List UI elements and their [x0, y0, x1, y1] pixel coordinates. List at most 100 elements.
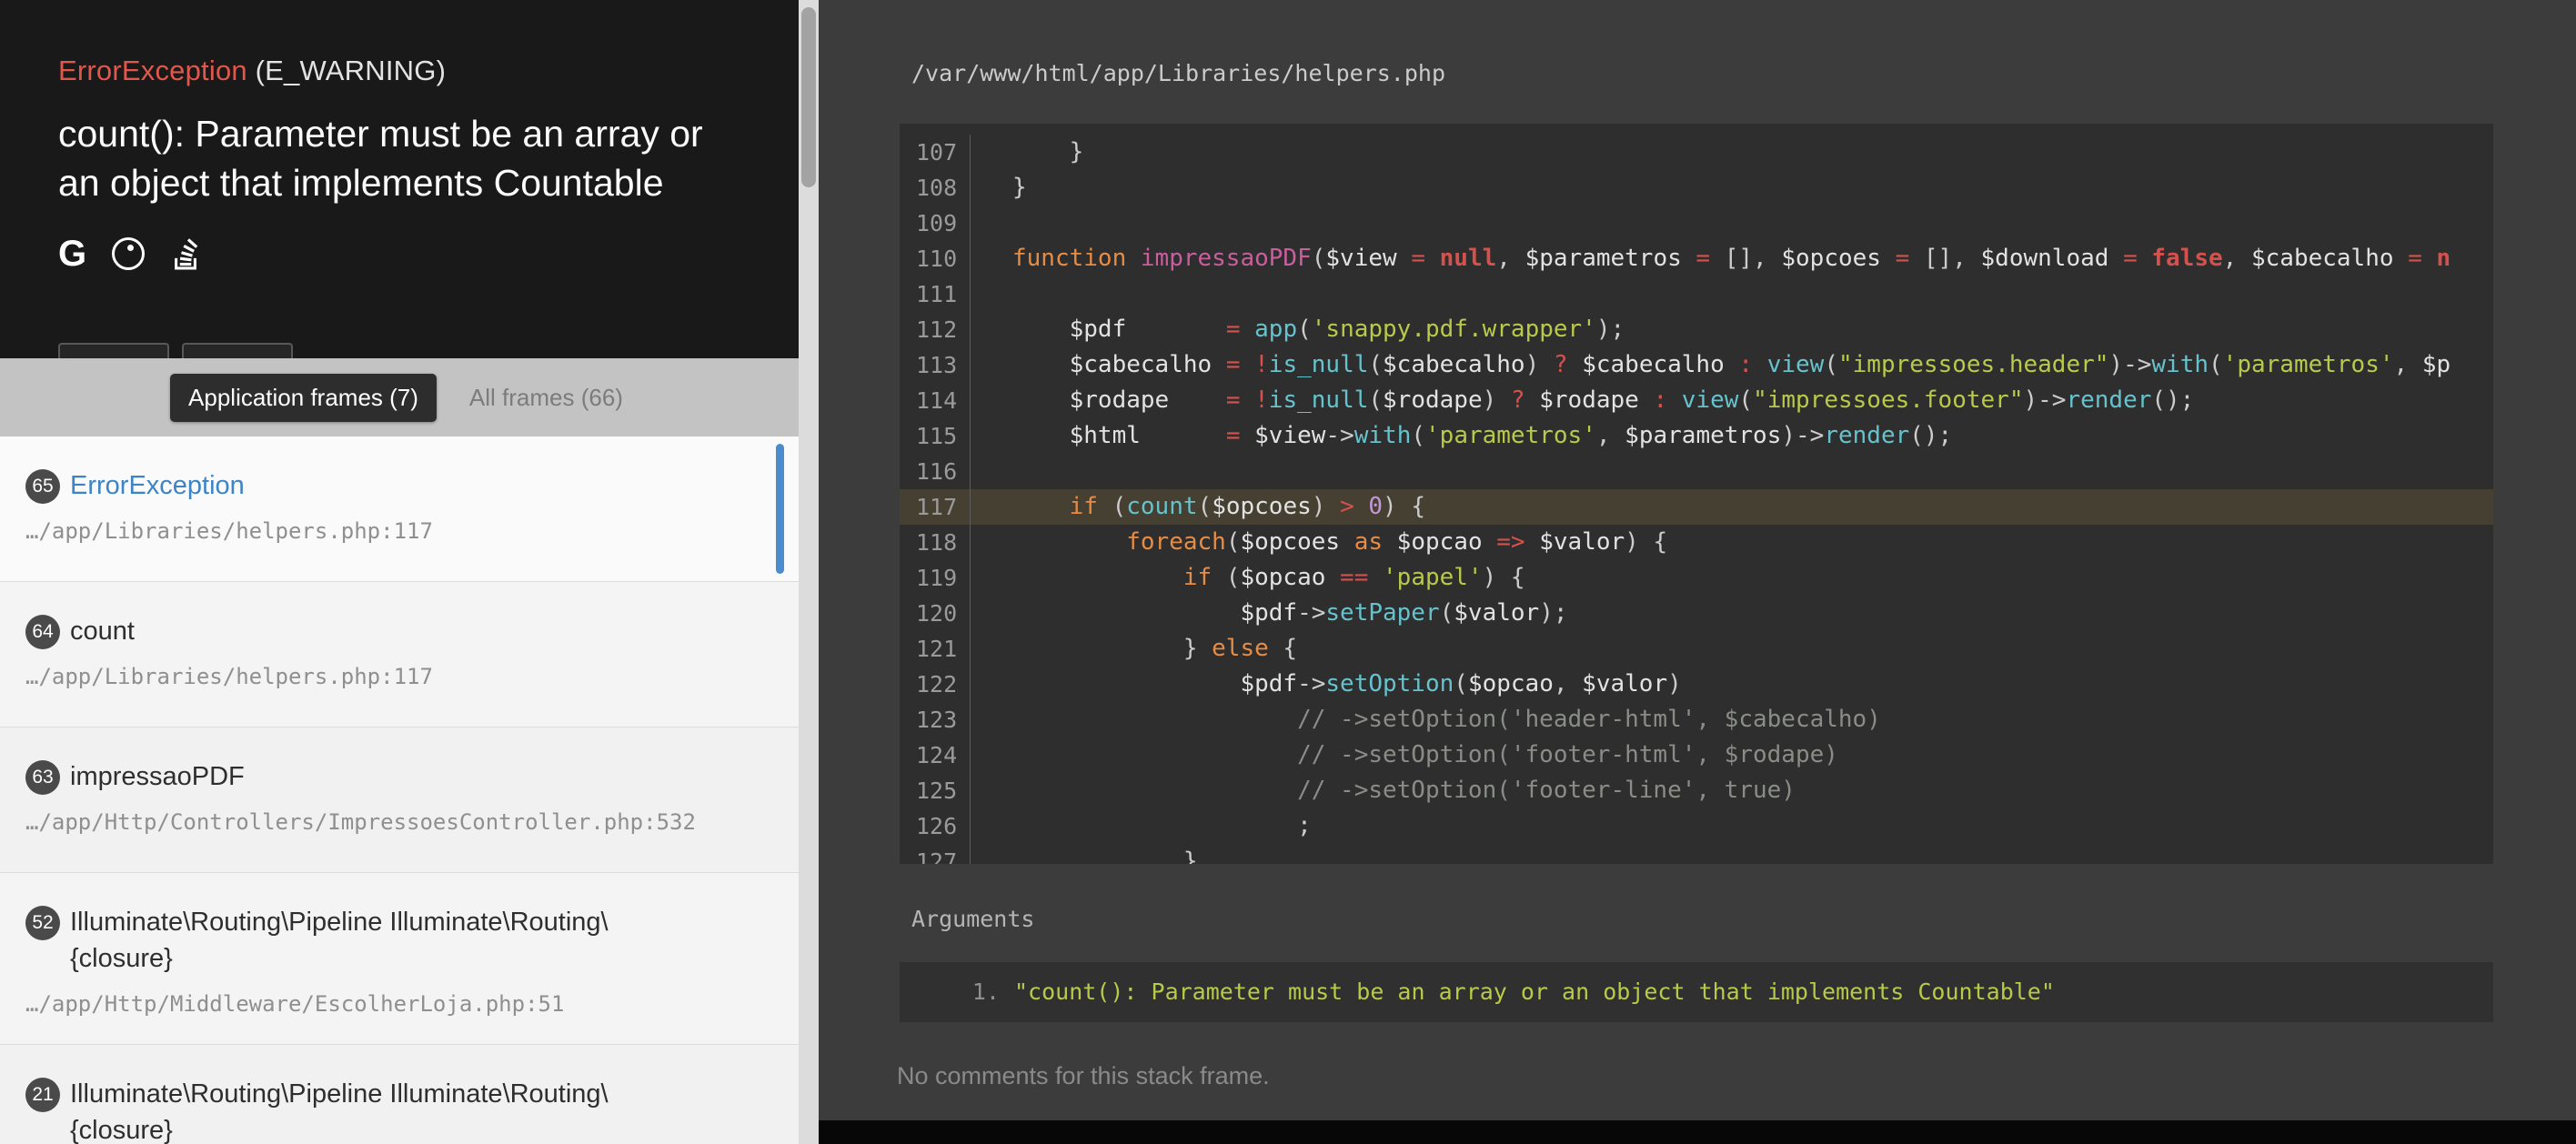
exception-class-line: ErrorException (E_WARNING)	[58, 55, 740, 87]
code-lines: 107 }108}109110function impressaoPDF($vi…	[900, 135, 2493, 864]
code-text	[971, 276, 1012, 312]
code-text: // ->setOption('header-html', $cabecalho…	[971, 702, 1881, 738]
no-comments-text: No comments for this stack frame.	[897, 1062, 1270, 1090]
tab-all-frames[interactable]: All frames (66)	[464, 374, 629, 422]
duck-eye-dot	[127, 245, 134, 251]
code-line: 118 foreach($opcoes as $opcao => $valor)…	[900, 525, 2493, 560]
frame-title: Illuminate\Routing\Pipeline Illuminate\R…	[70, 904, 698, 977]
code-line: 116	[900, 454, 2493, 489]
exception-severity: (E_WARNING)	[256, 55, 446, 86]
line-number: 123	[900, 702, 971, 738]
code-text: // ->setOption('footer-html', $rodape)	[971, 738, 1838, 773]
code-text	[971, 454, 1012, 489]
argument-item: 1. "count(): Parameter must be an array o…	[900, 975, 2493, 1009]
frame-number-badge: 52	[25, 906, 60, 940]
frame-title: Illuminate\Routing\Pipeline Illuminate\R…	[70, 1076, 698, 1144]
argument-value: "count(): Parameter must be an array or …	[1014, 975, 2055, 1009]
code-text: $html = $view->with('parametros', $param…	[971, 418, 1952, 454]
frame-path: …/app/Http/Controllers/ImpressoesControl…	[25, 809, 773, 835]
frame-item[interactable]: 65ErrorException…/app/Libraries/helpers.…	[0, 437, 799, 582]
frame-title-row: 64 count	[25, 613, 773, 649]
tab-application-frames[interactable]: Application frames (7)	[170, 374, 437, 422]
code-line: 114 $rodape = !is_null($rodape) ? $rodap…	[900, 383, 2493, 418]
line-number: 109	[900, 206, 971, 241]
left-panel-scrollbar-thumb[interactable]	[801, 7, 816, 187]
frame-item[interactable]: 64 count …/app/Libraries/helpers.php:117	[0, 582, 799, 728]
code-text: } else {	[971, 631, 1297, 667]
line-number: 115	[900, 418, 971, 454]
code-line: 111	[900, 276, 2493, 312]
code-line: 123 // ->setOption('header-html', $cabec…	[900, 702, 2493, 738]
code-text	[971, 206, 1012, 241]
code-line: 107 }	[900, 135, 2493, 170]
line-number: 126	[900, 808, 971, 844]
frame-title-row: 65ErrorException	[25, 467, 773, 504]
exception-message: count(): Parameter must be an array or a…	[58, 109, 739, 207]
code-text: foreach($opcoes as $opcao => $valor) {	[971, 525, 1667, 560]
file-path: /var/www/html/app/Libraries/helpers.php	[911, 60, 1445, 86]
line-number: 118	[900, 525, 971, 560]
frame-item[interactable]: 63impressaoPDF…/app/Http/Controllers/Imp…	[0, 728, 799, 873]
left-panel-scrollbar[interactable]	[799, 0, 819, 1144]
left-panel: ErrorException (E_WARNING) count(): Para…	[0, 0, 799, 1144]
frame-title: count	[70, 613, 135, 649]
code-line: 127 }	[900, 844, 2493, 864]
frame-title: ErrorException	[70, 467, 245, 504]
code-line: 115 $html = $view->with('parametros', $p…	[900, 418, 2493, 454]
stackoverflow-icon-svg	[170, 237, 201, 270]
frame-path: …/app/Libraries/helpers.php:117	[25, 664, 773, 689]
google-search-icon[interactable]: G	[58, 236, 86, 272]
code-line: 119 if ($opcao == 'papel') {	[900, 560, 2493, 596]
line-number: 111	[900, 276, 971, 312]
line-number: 117	[900, 489, 971, 525]
code-line: 110function impressaoPDF($view = null, $…	[900, 241, 2493, 276]
code-line: 122 $pdf->setOption($opcao, $valor)	[900, 667, 2493, 702]
line-number: 110	[900, 241, 971, 276]
code-line: 121 } else {	[900, 631, 2493, 667]
bottom-bar	[819, 1120, 2576, 1144]
frame-number-badge: 64	[25, 615, 60, 649]
argument-index: 1.	[900, 975, 1000, 1009]
code-text: $rodape = !is_null($rodape) ? $rodape : …	[971, 383, 2194, 418]
code-text: $cabecalho = !is_null($cabecalho) ? $cab…	[971, 347, 2450, 383]
code-line: 109	[900, 206, 2493, 241]
search-icons-row: G	[58, 235, 740, 273]
line-number: 107	[900, 135, 971, 170]
code-text: }	[971, 844, 1198, 864]
line-number: 121	[900, 631, 971, 667]
code-text: }	[971, 170, 1027, 206]
line-number: 120	[900, 596, 971, 631]
code-line: 120 $pdf->setPaper($valor);	[900, 596, 2493, 631]
code-text: if ($opcao == 'papel') {	[971, 560, 1525, 596]
line-number: 125	[900, 773, 971, 808]
frame-item[interactable]: 52 Illuminate\Routing\Pipeline Illuminate…	[0, 873, 799, 1045]
frame-number-badge: 63	[25, 760, 60, 795]
clipped-button-left[interactable]	[58, 343, 169, 358]
frame-item[interactable]: 21 Illuminate\Routing\Pipeline Illuminate…	[0, 1045, 799, 1144]
arguments-list: 1. "count(): Parameter must be an array o…	[900, 962, 2493, 1022]
frame-number-badge: 21	[25, 1078, 60, 1112]
clipped-button-right[interactable]	[182, 343, 293, 358]
line-number: 113	[900, 347, 971, 383]
frames-list: 65ErrorException …/app/Libraries/helpers.…	[0, 437, 799, 1144]
line-number: 108	[900, 170, 971, 206]
line-number: 114	[900, 383, 971, 418]
frame-title-row: 21 Illuminate\Routing\Pipeline Illuminate…	[25, 1076, 773, 1144]
stackoverflow-search-icon[interactable]	[170, 237, 201, 270]
code-line: 112 $pdf = app('snappy.pdf.wrapper');	[900, 312, 2493, 347]
line-number: 127	[900, 844, 971, 864]
code-line: 108}	[900, 170, 2493, 206]
code-line-highlighted: 117 if (count($opcoes) > 0) {	[900, 489, 2493, 525]
code-block: 107 }108}109110function impressaoPDF($vi…	[900, 124, 2493, 864]
line-number: 124	[900, 738, 971, 773]
code-line: 113 $cabecalho = !is_null($cabecalho) ? …	[900, 347, 2493, 383]
arguments-label: Arguments	[911, 906, 1034, 932]
line-number: 122	[900, 667, 971, 702]
code-line: 124 // ->setOption('footer-html', $rodap…	[900, 738, 2493, 773]
duckduckgo-search-icon[interactable]	[112, 237, 145, 270]
frame-path: …/app/Http/Middleware/EscolherLoja.php:5…	[25, 991, 773, 1017]
frames-scrollbar-thumb[interactable]	[776, 444, 784, 574]
line-number: 116	[900, 454, 971, 489]
code-text: function impressaoPDF($view = null, $par…	[971, 241, 2450, 276]
code-text: $pdf = app('snappy.pdf.wrapper');	[971, 312, 1625, 347]
